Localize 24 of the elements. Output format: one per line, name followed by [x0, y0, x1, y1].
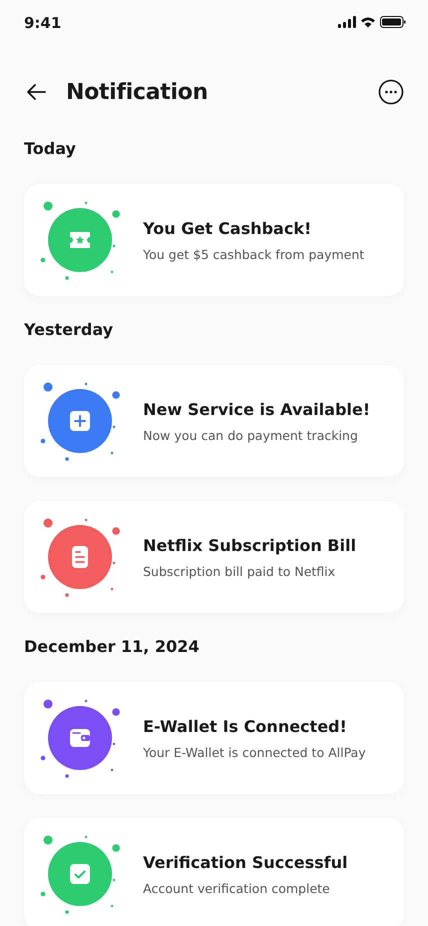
notification-card[interactable]: Verification Successful Account verification complete [24, 818, 404, 926]
notification-message: Subscription bill paid to Netflix [143, 564, 336, 578]
notification-title: Verification Successful [143, 852, 348, 872]
notification-card[interactable]: You Get Cashback! You get $5 cashback from payment [24, 184, 404, 296]
section-heading: December 11, 2024 [24, 637, 200, 656]
notification-title: Netflix Subscription Bill [143, 536, 356, 554]
notification-title: New Service is Available! [143, 400, 370, 418]
notification-card[interactable]: E-Wallet Is Connected! Your E-Wallet is connected to AllPay [24, 682, 404, 794]
status-time: 9:41 [24, 14, 62, 32]
battery-icon [380, 16, 406, 28]
section-heading: Yesterday [24, 320, 114, 339]
wifi-icon [361, 16, 375, 28]
notification-message: Your E-Wallet is connected to AllPay [143, 744, 366, 760]
notification-message: Now you can do payment tracking [143, 428, 359, 442]
signal-icon [338, 16, 356, 28]
notification-title: You Get Cashback! [143, 218, 312, 238]
notification-card[interactable]: New Service is Available! Now you can do payment tracking [24, 365, 404, 477]
notification-message: You get $5 cashback from payment [143, 246, 364, 262]
section-heading: Today [24, 139, 77, 158]
notification-message: Account verification complete [143, 880, 331, 896]
page-title: Notification [66, 80, 208, 104]
notification-card[interactable]: Netflix Subscription Bill Subscription bill paid to Netflix [24, 501, 404, 613]
notification-title: E-Wallet Is Connected! [143, 716, 348, 736]
more-options-icon[interactable] [378, 79, 404, 105]
